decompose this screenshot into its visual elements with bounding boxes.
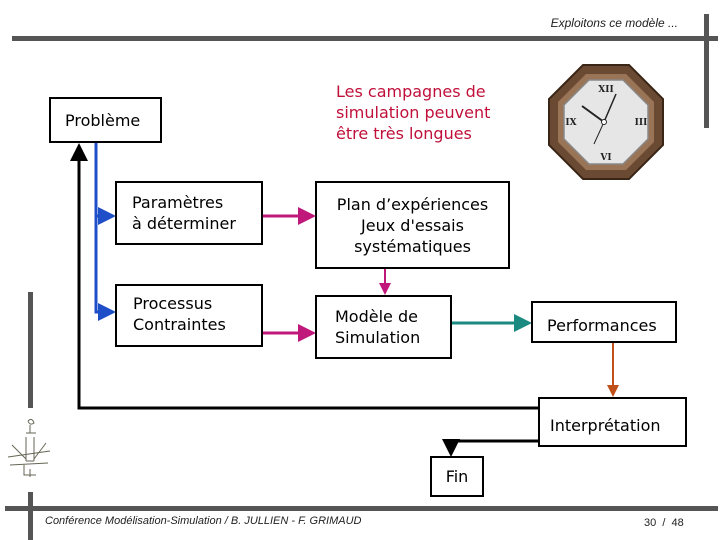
box-label: Processus xyxy=(133,293,213,313)
box-label: Simulation xyxy=(335,328,421,347)
fin-arrow xyxy=(442,439,538,457)
box-label: Contraintes xyxy=(133,314,226,334)
clock-icon: XII III VI IX xyxy=(548,64,664,180)
svg-text:IX: IX xyxy=(565,118,576,128)
box-label: Paramètres xyxy=(132,193,224,212)
box-label: Plan d’expériences xyxy=(336,194,489,214)
box-label: Modèle de xyxy=(335,307,418,326)
note-line: simulation peuvent xyxy=(336,103,491,122)
duration-note: Les campagnes de simulation peuvent être… xyxy=(336,81,490,144)
svg-text:III: III xyxy=(635,118,648,128)
note-line: être très longues xyxy=(336,124,472,143)
svg-text:VI: VI xyxy=(599,153,611,163)
box-label: à déterminer xyxy=(132,214,236,233)
box-plan: Plan d’expériences Jeux d'essais systéma… xyxy=(315,181,510,269)
box-processus: Processus Contraintes xyxy=(115,284,263,347)
page-number: 30 / 48 xyxy=(644,517,684,529)
box-label: Fin xyxy=(445,467,469,486)
logo-figure-icon xyxy=(7,418,51,477)
box-modele: Modèle de Simulation xyxy=(315,295,452,359)
box-probleme: Problème xyxy=(49,97,162,143)
svg-text:XII: XII xyxy=(598,85,613,95)
box-label: systématiques xyxy=(354,236,471,256)
box-interpretation: Interprétation xyxy=(538,397,687,447)
blue-branch xyxy=(94,143,116,321)
box-label: Jeux d'essais xyxy=(361,215,464,235)
slide: Exploitons ce modèle ... Problème Paramè… xyxy=(0,0,720,540)
box-parametres: Paramètres à déterminer xyxy=(115,181,263,245)
box-fin: Fin xyxy=(430,456,484,497)
footer-text: Conférence Modélisation-Simulation / B. … xyxy=(45,515,362,527)
box-label: Performances xyxy=(547,315,657,335)
box-performances: Performances xyxy=(531,301,677,343)
box-label: Interprétation xyxy=(550,415,661,435)
box-label: Problème xyxy=(65,110,141,130)
note-line: Les campagnes de xyxy=(336,82,486,101)
